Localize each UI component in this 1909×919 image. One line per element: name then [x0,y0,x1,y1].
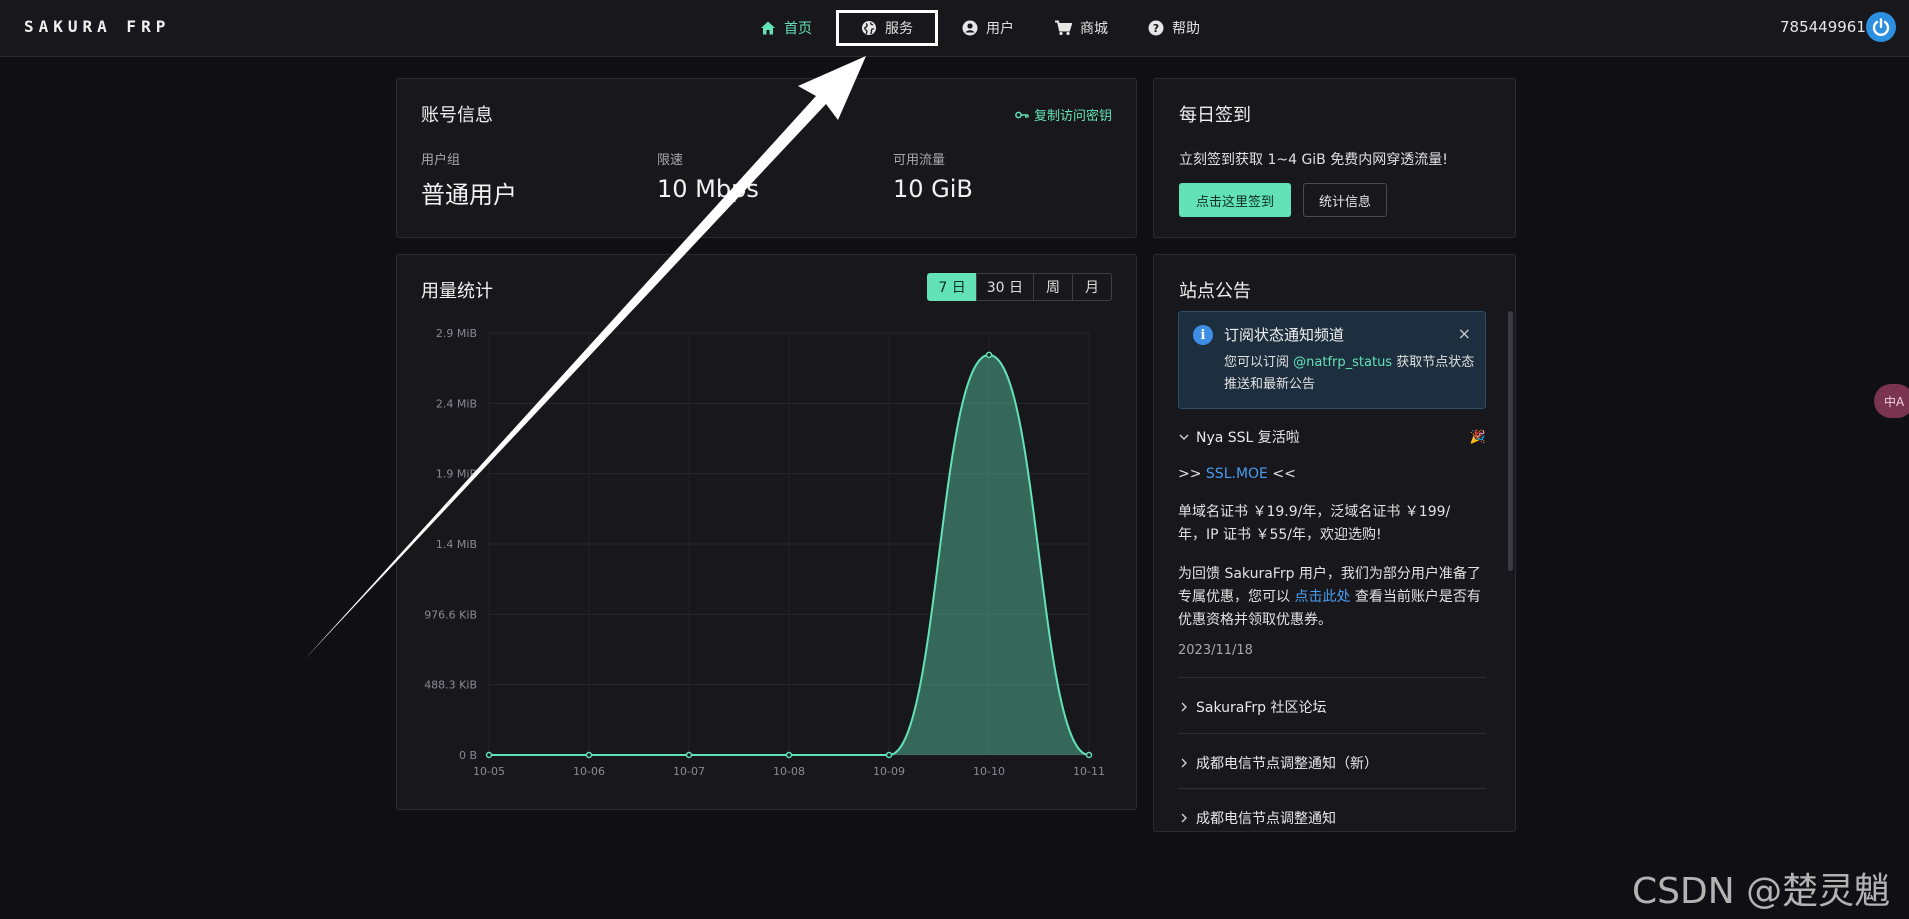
y-tick-label: 488.3 KiB [424,679,477,692]
logout-button[interactable] [1866,12,1896,42]
x-tick-label: 10-10 [973,765,1005,778]
sign-in-button[interactable]: 点击这里签到 [1179,183,1291,217]
stat-label-group: 用户组 [421,153,461,168]
nav-home-label: 首页 [784,21,812,37]
ssl-pre: >> [1178,466,1202,482]
announcement-item-chengdu-new[interactable]: 成都电信节点调整通知（新） [1178,753,1378,773]
stat-label-speed: 限速 [657,153,684,168]
data-point [685,751,693,759]
help-icon: ? [1148,20,1164,36]
divider [1178,788,1486,789]
nav-user[interactable]: 用户 [942,10,1034,46]
user-icon [962,20,978,36]
x-tick-label: 10-07 [673,765,705,778]
watermark: CSDN @楚灵魈 [1632,871,1891,912]
announcement-item-ssl[interactable]: Nya SSL 复活啦 🎉 [1178,427,1486,447]
brand-logo[interactable]: SAKURA FRP [24,17,170,36]
ssl-post: << [1272,466,1296,482]
nav-user-label: 用户 [986,21,1014,37]
nav-services-label: 服务 [885,21,913,37]
announcement-item-forum[interactable]: SakuraFrp 社区论坛 [1178,697,1326,717]
ssl-price-text: 单域名证书 ￥19.9/年，泛域名证书 ￥199/年，IP 证书 ￥55/年，欢… [1178,504,1451,543]
stat-value-group: 普通用户 [421,181,517,209]
natfrp-status-link[interactable]: @natfrp_status [1293,355,1392,370]
chevron-right-icon [1178,757,1190,769]
chevron-down-icon [1178,431,1190,443]
x-tick-label: 10-06 [573,765,605,778]
notice-body: 您可以订阅 @natfrp_status 获取节点状态推送和最新公告 [1224,352,1476,396]
key-icon [1015,110,1029,120]
power-icon [1872,18,1890,36]
top-bar: SAKURA FRP 首页 服务 用户 商城 ? 帮助 785449961 [0,0,1909,57]
data-point [985,351,993,359]
party-popper-icon: 🎉 [1469,429,1486,445]
stat-value-traffic: 10 GiB [893,175,973,203]
data-point [485,751,493,759]
checkin-stats-button[interactable]: 统计信息 [1303,183,1387,217]
announcement-title-ssl: Nya SSL 复活啦 [1196,430,1300,446]
divider [1178,733,1486,734]
nav-help-label: 帮助 [1172,21,1200,37]
checkin-card: 每日签到 立刻签到获取 1~4 GiB 免费内网穿透流量! 点击这里签到 统计信… [1153,78,1516,238]
data-point [585,751,593,759]
stat-value-speed: 10 Mbps [657,175,759,203]
announcements-card: 站点公告 i 订阅状态通知频道 × 您可以订阅 @natfrp_status 获… [1153,254,1516,832]
translate-badge[interactable]: 中A [1874,384,1909,418]
globe-icon [861,20,877,36]
cart-icon [1054,20,1072,36]
y-tick-label: 2.4 MiB [436,397,477,410]
copy-key-label: 复制访问密钥 [1033,109,1112,124]
svg-text:?: ? [1153,22,1159,35]
offer-link[interactable]: 点击此处 [1294,589,1350,605]
copy-key-link[interactable]: 复制访问密钥 [1015,105,1112,124]
checkin-title: 每日签到 [1179,105,1251,126]
announcement-title-forum: SakuraFrp 社区论坛 [1196,700,1327,716]
ssl-moe-link[interactable]: SSL.MOE [1206,466,1268,482]
main-nav: 首页 服务 用户 商城 ? 帮助 [740,10,1220,46]
announcements-title: 站点公告 [1179,281,1251,302]
data-point [785,751,793,759]
offer-text: 为回馈 SakuraFrp 用户，我们为部分用户准备了专属优惠，您可以 点击此处… [1178,563,1482,632]
announcement-title-chengdu-new: 成都电信节点调整通知（新） [1196,756,1378,772]
usage-chart: 0 B 488.3 KiB 976.6 KiB 1.4 MiB 1.9 MiB 2.4 M… [424,327,1105,778]
scrollbar[interactable] [1508,311,1513,571]
announcement-date: 2023/11/18 [1178,643,1253,658]
nav-shop[interactable]: 商城 [1034,10,1128,46]
y-tick-label: 1.4 MiB [436,538,477,551]
nav-help[interactable]: ? 帮助 [1128,10,1220,46]
home-icon [760,20,776,36]
announcement-title-chengdu: 成都电信节点调整通知 [1196,811,1336,827]
y-tick-label: 976.6 KiB [424,608,477,621]
chevron-right-icon [1178,812,1190,824]
info-icon: i [1193,325,1213,345]
notice-body-pre: 您可以订阅 [1224,355,1290,370]
chevron-right-icon [1178,701,1190,713]
x-tick-label: 10-08 [773,765,805,778]
x-tick-label: 10-05 [473,765,505,778]
nav-home[interactable]: 首页 [740,10,832,46]
x-tick-label: 10-11 [1073,765,1105,778]
divider [1178,677,1486,678]
account-card: 账号信息 复制访问密钥 用户组 普通用户 限速 10 Mbps 可用流量 10 … [396,78,1137,238]
y-tick-label: 2.9 MiB [436,327,477,340]
y-tick-label: 1.9 MiB [436,468,477,481]
ssl-line: >> SSL.MOE << [1178,463,1490,486]
account-title: 账号信息 [421,105,493,126]
nav-shop-label: 商城 [1080,21,1108,37]
nav-services[interactable]: 服务 [836,10,938,46]
user-id: 785449961 [1780,18,1866,36]
stat-label-traffic: 可用流量 [893,153,946,168]
notice-title: 订阅状态通知频道 [1224,326,1345,344]
close-icon[interactable]: × [1458,324,1471,343]
checkin-description: 立刻签到获取 1~4 GiB 免费内网穿透流量! [1179,152,1448,168]
usage-card: 用量统计 7 日 30 日 周 月 0 B 488.3 KiB 976.6 KiB 1… [396,254,1137,810]
y-tick-label: 0 B [459,749,477,762]
data-point [1085,751,1093,759]
data-point [885,751,893,759]
announcement-item-chengdu[interactable]: 成都电信节点调整通知 [1178,808,1336,828]
x-tick-label: 10-09 [873,765,905,778]
subscribe-notice: i 订阅状态通知频道 × 您可以订阅 @natfrp_status 获取节点状态… [1178,311,1486,409]
